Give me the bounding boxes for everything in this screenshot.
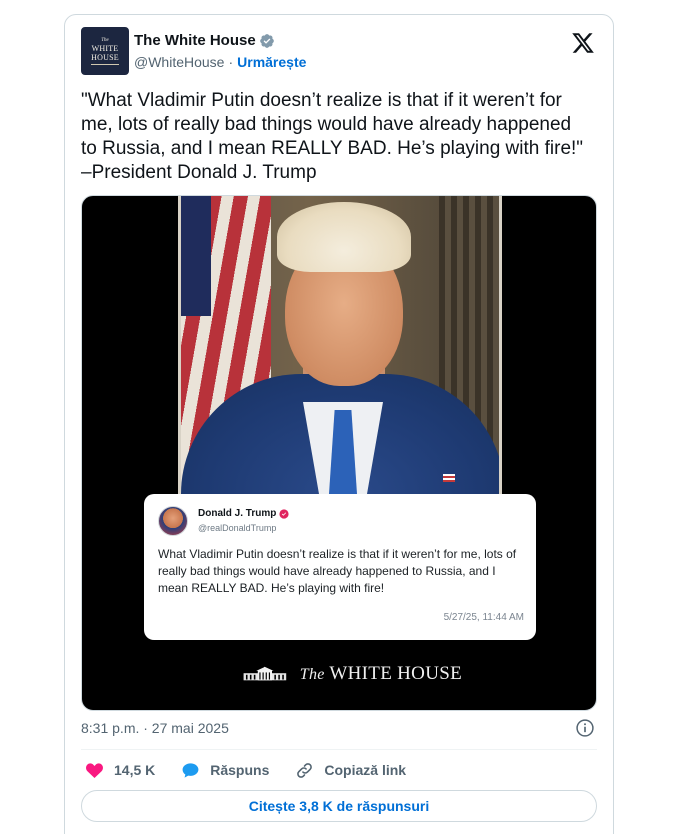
- white-house-footer: The WHITE HOUSE: [242, 663, 462, 685]
- verified-badge-icon: [259, 33, 274, 48]
- tweet-text: "What Vladimir Putin doesn’t realize is …: [81, 90, 584, 183]
- quoted-handle: @realDonaldTrump: [198, 523, 277, 533]
- quoted-verified-icon: [279, 508, 289, 519]
- heart-icon: [86, 762, 103, 778]
- reply-button[interactable]: Răspuns: [181, 761, 269, 780]
- portrait-hair: [277, 202, 411, 272]
- action-bar: 14,5 K Răspuns Copiază link: [85, 760, 432, 780]
- like-count: 14,5 K: [114, 762, 156, 778]
- tweet-timestamp[interactable]: 8:31 p.m. · 27 mai 2025: [81, 720, 229, 736]
- tweet-header: The WHITE HOUSE The White House @WhiteHo…: [81, 27, 597, 79]
- like-button[interactable]: 14,5 K: [85, 761, 155, 780]
- white-house-building-icon: [243, 666, 287, 681]
- divider: [81, 749, 597, 750]
- x-logo-icon[interactable]: [571, 31, 595, 55]
- tweet-image[interactable]: Donald J. Trump @realDonaldTrump What Vl…: [81, 195, 597, 711]
- white-house-wordmark: The WHITE HOUSE: [300, 663, 462, 685]
- link-icon: [297, 762, 313, 778]
- wordmark-brand: WHITE HOUSE: [329, 663, 462, 684]
- author-handle[interactable]: @WhiteHouse: [134, 54, 224, 70]
- author-name[interactable]: The White House: [134, 32, 256, 49]
- quoted-post-card: Donald J. Trump @realDonaldTrump What Vl…: [144, 494, 536, 640]
- quoted-name-row: Donald J. Trump: [198, 508, 289, 519]
- read-replies-button[interactable]: Citește 3,8 K de răspunsuri: [81, 790, 597, 822]
- info-icon[interactable]: [575, 718, 595, 738]
- tweet-card: The WHITE HOUSE The White House @WhiteHo…: [64, 14, 614, 834]
- author-name-row: The White House: [134, 32, 275, 49]
- copy-link-label: Copiază link: [324, 762, 407, 778]
- wordmark-prefix: The: [299, 666, 325, 683]
- quoted-avatar: [158, 506, 188, 536]
- flag-canton: [181, 196, 211, 316]
- avatar-text-white: WHITE: [91, 43, 119, 53]
- reply-bubble-icon: [182, 762, 199, 778]
- copy-link-button[interactable]: Copiază link: [295, 761, 406, 780]
- handle-separator: ·: [228, 54, 234, 70]
- flag-pin-icon: [443, 474, 455, 482]
- author-handle-row: @WhiteHouse · Urmărește: [134, 54, 306, 70]
- portrait-photo: [178, 196, 502, 494]
- follow-button[interactable]: Urmărește: [237, 54, 306, 70]
- quoted-time: 5/27/25, 11:44 AM: [443, 612, 524, 623]
- quoted-text: What Vladimir Putin doesn’t realize is t…: [158, 547, 517, 595]
- reply-label: Răspuns: [210, 762, 270, 778]
- quoted-name: Donald J. Trump: [198, 508, 277, 519]
- avatar-rule: [91, 63, 119, 65]
- avatar-text-house: HOUSE: [91, 52, 119, 62]
- avatar[interactable]: The WHITE HOUSE: [81, 27, 129, 75]
